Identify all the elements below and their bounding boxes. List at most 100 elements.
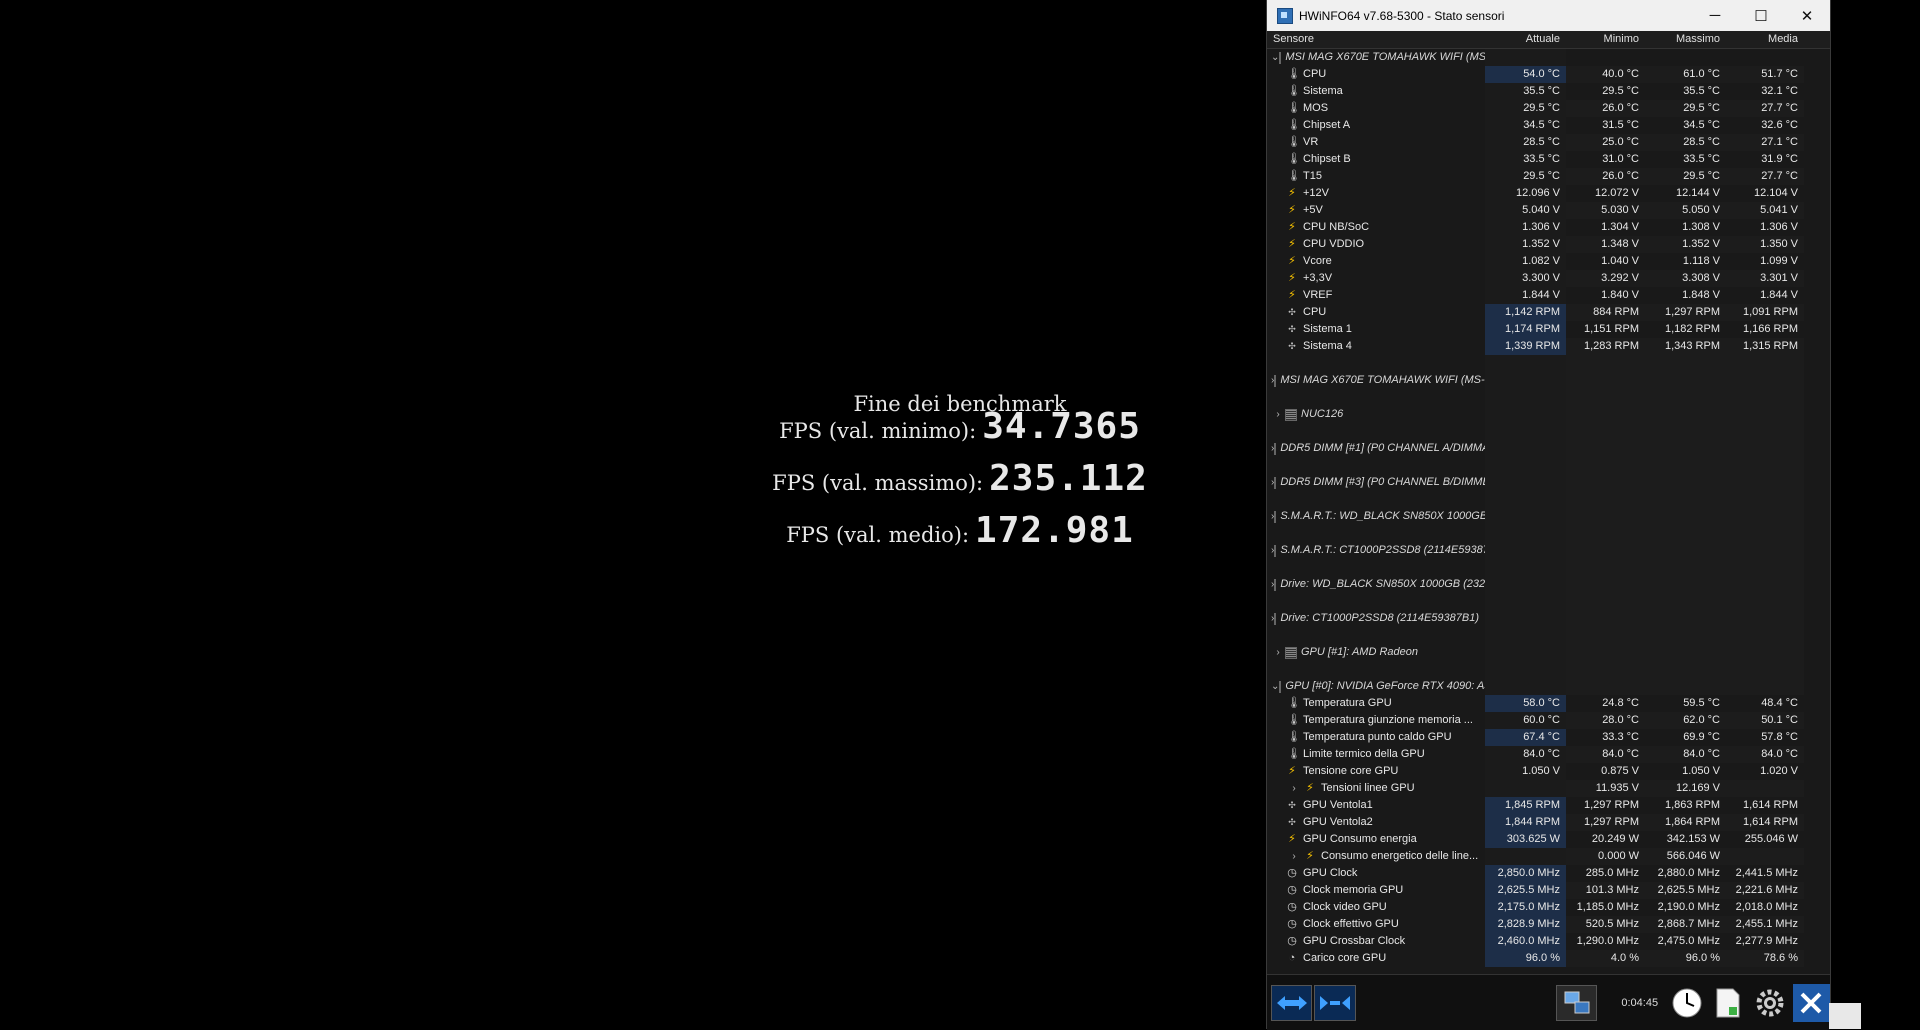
sensor-group-row[interactable]: › DDR5 DIMM [#3] (P0 CHANNEL B/DIMMB2) [1267, 474, 1830, 491]
sensor-row[interactable]: 🌡︎ Limite termico della GPU 84.0 °C 84.0 … [1267, 746, 1830, 763]
sensor-group-row[interactable]: › S.M.A.R.T.: CT1000P2SSD8 (2114E59387B1… [1267, 542, 1830, 559]
chevron-right-icon[interactable]: › [1287, 780, 1301, 797]
sensor-row[interactable]: ⚡︎ GPU Consumo energia 303.625 W 20.249 W… [1267, 831, 1830, 848]
sensor-current: 1,174 RPM [1485, 321, 1566, 338]
sensor-row[interactable]: ◷ Clock effettivo GPU 2,828.9 MHz 520.5 M… [1267, 916, 1830, 933]
network-icon [1564, 991, 1590, 1013]
sensor-row[interactable]: ⚡︎ Tensione core GPU 1.050 V 0.875 V 1.05… [1267, 763, 1830, 780]
sensor-name: Temperatura GPU [1303, 697, 1392, 709]
close-button[interactable]: ✕ [1784, 0, 1830, 31]
sensor-row[interactable]: 🌡︎ T15 29.5 °C 26.0 °C 29.5 °C 27.7 °C [1267, 168, 1830, 185]
sensor-max: 34.5 °C [1645, 117, 1726, 134]
sensor-row[interactable]: 🌡︎ Chipset A 34.5 °C 31.5 °C 34.5 °C 32.6… [1267, 117, 1830, 134]
sensor-max: 1,864 RPM [1645, 814, 1726, 831]
sensor-avg: 31.9 °C [1726, 151, 1804, 168]
collapse-arrows-button[interactable] [1314, 984, 1356, 1021]
sensor-row[interactable]: ⚡︎ +12V 12.096 V 12.072 V 12.144 V 12.104… [1267, 185, 1830, 202]
sensor-row[interactable]: › ⚡︎ Consumo energetico delle line... 0.00… [1267, 848, 1830, 865]
network-button[interactable] [1555, 984, 1598, 1021]
sensor-name: GPU Ventola2 [1303, 816, 1373, 828]
sensor-avg: 1.306 V [1726, 219, 1804, 236]
sensor-name: Clock effettivo GPU [1303, 918, 1399, 930]
expand-arrows-button[interactable] [1271, 984, 1313, 1021]
chevron-right-icon[interactable]: › [1271, 406, 1285, 423]
sensor-group-row[interactable]: ⌄ GPU [#0]: NVIDIA GeForce RTX 4090: ASU… [1267, 678, 1830, 695]
exit-button[interactable] [1792, 983, 1830, 1022]
sensor-row[interactable]: ◷ GPU Crossbar Clock 2,460.0 MHz 1,290.0 … [1267, 933, 1830, 950]
chevron-down-icon[interactable]: ⌄ [1271, 678, 1279, 695]
sensor-row[interactable]: ⚡︎ +5V 5.040 V 5.030 V 5.050 V 5.041 V [1267, 202, 1830, 219]
chip-icon [1274, 510, 1277, 523]
sensor-name: Tensione core GPU [1303, 765, 1399, 777]
sensor-group-row[interactable]: › MSI MAG X670E TOMAHAWK WIFI (MS-7E12) … [1267, 372, 1830, 389]
settings-button[interactable] [1751, 984, 1788, 1022]
sensor-grid[interactable]: Sensore Attuale Minimo Massimo Media ⌄ M… [1267, 31, 1830, 974]
sensor-row[interactable]: 🌡︎ VR 28.5 °C 25.0 °C 28.5 °C 27.1 °C [1267, 134, 1830, 151]
col-header-current[interactable]: Attuale [1485, 31, 1566, 48]
sensor-row[interactable]: ⚡︎ VREF 1.844 V 1.840 V 1.848 V 1.844 V [1267, 287, 1830, 304]
sensor-name: Sistema 1 [1303, 323, 1352, 335]
sensor-row[interactable]: ⚡︎ CPU NB/SoC 1.306 V 1.304 V 1.308 V 1.3… [1267, 219, 1830, 236]
fps-max-row: FPS (val. massimo): 235.112 [700, 461, 1220, 522]
chevron-down-icon[interactable]: ⌄ [1271, 49, 1279, 66]
sensor-group-row[interactable]: ⌄ MSI MAG X670E TOMAHAWK WIFI (MS-7E12) … [1267, 49, 1830, 66]
spacer-row [1267, 627, 1830, 644]
sensor-group-row[interactable]: › S.M.A.R.T.: WD_BLACK SN850X 1000GB (23… [1267, 508, 1830, 525]
sensor-current: 5.040 V [1485, 202, 1566, 219]
col-header-avg[interactable]: Media [1726, 31, 1804, 48]
sensor-row[interactable]: ◷ GPU Clock 2,850.0 MHz 285.0 MHz 2,880.0… [1267, 865, 1830, 882]
chevron-right-icon[interactable]: › [1271, 644, 1285, 661]
group-label: Drive: CT1000P2SSD8 (2114E59387B1) [1280, 612, 1479, 624]
group-label: GPU [#0]: NVIDIA GeForce RTX 4090: ASUS … [1285, 680, 1485, 692]
group-label: S.M.A.R.T.: CT1000P2SSD8 (2114E59387B1) [1280, 544, 1485, 556]
sensor-row[interactable]: 🌡︎ CPU 54.0 °C 40.0 °C 61.0 °C 51.7 °C [1267, 66, 1830, 83]
fps-min-label: FPS (val. minimo): [779, 419, 977, 443]
log-button[interactable] [1710, 984, 1747, 1022]
title-bar[interactable]: HWiNFO64 v7.68-5300 - Stato sensori ─ ☐ … [1267, 0, 1830, 31]
sensor-row[interactable]: ⚡︎ CPU VDDIO 1.352 V 1.348 V 1.352 V 1.35… [1267, 236, 1830, 253]
sensor-group-row[interactable]: › DDR5 DIMM [#1] (P0 CHANNEL A/DIMMA2) [1267, 440, 1830, 457]
sensor-row[interactable]: ✣ Sistema 1 1,174 RPM 1,151 RPM 1,182 RPM… [1267, 321, 1830, 338]
clock-small-icon: ◷ [1287, 884, 1297, 896]
col-header-sensor[interactable]: Sensore [1267, 31, 1485, 48]
sensor-row[interactable]: 🌡︎ Temperatura GPU 58.0 °C 24.8 °C 59.5 °… [1267, 695, 1830, 712]
sensor-row[interactable]: 🌡︎ MOS 29.5 °C 26.0 °C 29.5 °C 27.7 °C [1267, 100, 1830, 117]
spacer-row [1267, 559, 1830, 576]
sensor-min: 1.348 V [1566, 236, 1645, 253]
sensor-row[interactable]: ✣ CPU 1,142 RPM 884 RPM 1,297 RPM 1,091 R… [1267, 304, 1830, 321]
col-header-min[interactable]: Minimo [1566, 31, 1645, 48]
sensor-max: 35.5 °C [1645, 83, 1726, 100]
clock-button[interactable] [1668, 984, 1705, 1022]
sensor-group-row[interactable]: › Drive: WD_BLACK SN850X 1000GB (2324308… [1267, 576, 1830, 593]
sensor-current [1485, 780, 1566, 797]
sensor-row[interactable]: › ⚡︎ Tensioni linee GPU 11.935 V 12.169 V [1267, 780, 1830, 797]
sensor-group-row[interactable]: › NUC126 [1267, 406, 1830, 423]
sensor-avg: 27.1 °C [1726, 134, 1804, 151]
spacer-row [1267, 525, 1830, 542]
sensor-row[interactable]: ⚡︎ Vcore 1.082 V 1.040 V 1.118 V 1.099 V [1267, 253, 1830, 270]
sensor-row[interactable]: ✣ GPU Ventola2 1,844 RPM 1,297 RPM 1,864 … [1267, 814, 1830, 831]
sensor-group-row[interactable]: › GPU [#1]: AMD Radeon [1267, 644, 1830, 661]
sensor-max: 84.0 °C [1645, 746, 1726, 763]
sensor-row[interactable]: ✣ GPU Ventola1 1,845 RPM 1,297 RPM 1,863 … [1267, 797, 1830, 814]
sensor-group-row[interactable]: › Drive: CT1000P2SSD8 (2114E59387B1) [1267, 610, 1830, 627]
lightning-icon: ⚡︎ [1288, 833, 1296, 845]
sensor-row[interactable]: ◷ Clock memoria GPU 2,625.5 MHz 101.3 MHz… [1267, 882, 1830, 899]
sensor-row[interactable]: 🌡︎ Temperatura punto caldo GPU 67.4 °C 33… [1267, 729, 1830, 746]
sensor-row[interactable]: ◷ Clock video GPU 2,175.0 MHz 1,185.0 MHz… [1267, 899, 1830, 916]
minimize-button[interactable]: ─ [1692, 0, 1738, 31]
sensor-row[interactable]: 🌡︎ Temperatura giunzione memoria ... 60.0… [1267, 712, 1830, 729]
sensor-max: 28.5 °C [1645, 134, 1726, 151]
sensor-avg: 1,614 RPM [1726, 814, 1804, 831]
col-header-max[interactable]: Massimo [1645, 31, 1726, 48]
sensor-current: 2,625.5 MHz [1485, 882, 1566, 899]
maximize-button[interactable]: ☐ [1738, 0, 1784, 31]
sensor-row[interactable]: ✣ Sistema 4 1,339 RPM 1,283 RPM 1,343 RPM… [1267, 338, 1830, 355]
sensor-row[interactable]: 🌡︎ Sistema 35.5 °C 29.5 °C 35.5 °C 32.1 °… [1267, 83, 1830, 100]
sensor-row[interactable]: 🌡︎ Chipset B 33.5 °C 31.0 °C 33.5 °C 31.9… [1267, 151, 1830, 168]
sensor-row[interactable]: ⚡︎ +3,3V 3.300 V 3.292 V 3.308 V 3.301 V [1267, 270, 1830, 287]
chevron-right-icon[interactable]: › [1287, 848, 1301, 865]
sensor-row[interactable]: ◔ Carico core GPU 96.0 % 4.0 % 96.0 % 78.… [1267, 950, 1830, 967]
sensor-min: 20.249 W [1566, 831, 1645, 848]
sensor-max: 1.848 V [1645, 287, 1726, 304]
